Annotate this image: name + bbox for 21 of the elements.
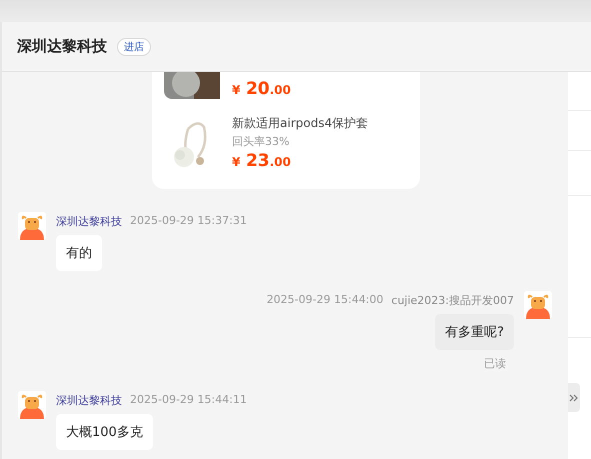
shop-name: 深圳达黎科技 <box>17 37 107 56</box>
message-bubble: 大概100多克 <box>56 414 153 450</box>
avatar-icon <box>524 291 552 319</box>
avatar-icon <box>18 212 46 240</box>
enter-shop-button[interactable]: 进店 <box>117 38 151 56</box>
message-time: 2025-09-29 15:44:00 <box>266 293 384 308</box>
return-rate: 回头率33% <box>232 134 290 149</box>
message-time: 2025-09-29 15:44:11 <box>130 393 247 408</box>
sender-name: 深圳达黎科技 <box>56 393 122 408</box>
avatar-icon <box>18 391 46 419</box>
product-title[interactable]: 新款适用airpods4保护套 <box>232 115 368 132</box>
sender-name: cujie2023:搜品开发007 <box>391 293 514 308</box>
product-price: ¥ 23.00 <box>232 151 292 171</box>
read-status: 已读 <box>484 356 506 371</box>
double-chevron-icon <box>569 392 579 402</box>
product-price: ¥ 20.00 <box>232 79 291 99</box>
expand-button[interactable] <box>568 383 580 412</box>
sender-name: 深圳达黎科技 <box>56 214 122 229</box>
message-bubble: 有多重呢? <box>435 314 514 350</box>
message-bubble: 有的 <box>56 235 102 271</box>
message-time: 2025-09-29 15:37:31 <box>130 214 247 229</box>
